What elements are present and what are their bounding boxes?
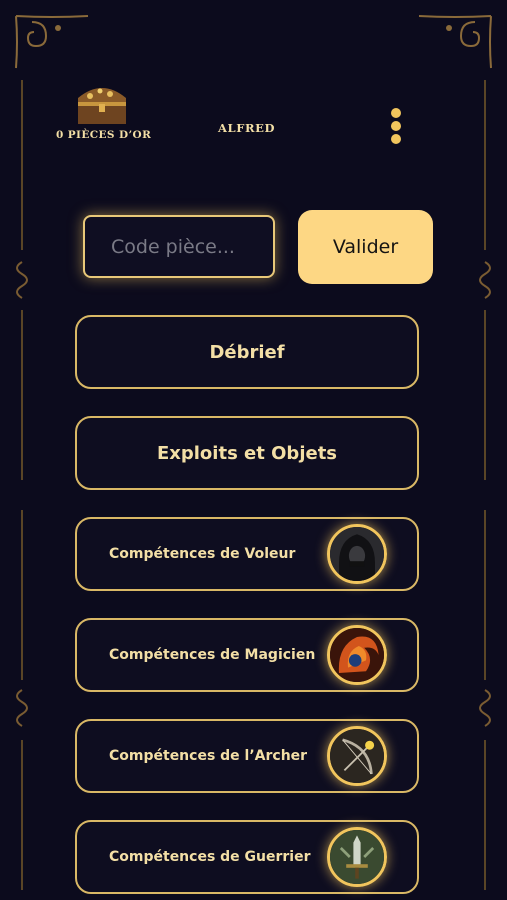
player-name: ALFRED — [218, 121, 276, 135]
skill-archer-button[interactable]: Compétences de l’Archer — [75, 719, 419, 793]
skill-label: Compétences de Voleur — [109, 546, 296, 562]
debrief-button[interactable]: Débrief — [75, 315, 419, 389]
code-input[interactable] — [83, 215, 275, 278]
sword-warrior-icon — [327, 827, 387, 887]
corner-ornament-right-icon — [418, 15, 492, 69]
bow-archer-icon — [327, 726, 387, 786]
header: 0 PIÈCES D’OR ALFRED — [0, 70, 507, 150]
hooded-thief-icon — [327, 524, 387, 584]
corner-ornament-left-icon — [15, 15, 89, 69]
vertical-dots-icon — [391, 108, 401, 118]
more-menu-button[interactable] — [384, 104, 408, 148]
fire-magic-icon — [327, 625, 387, 685]
exploits-button[interactable]: Exploits et Objets — [75, 416, 419, 490]
skill-label: Compétences de Guerrier — [109, 849, 311, 865]
treasure-chest-icon — [78, 88, 126, 124]
debrief-label: Débrief — [209, 341, 285, 363]
exploits-label: Exploits et Objets — [156, 442, 338, 464]
skill-warrior-button[interactable]: Compétences de Guerrier — [75, 820, 419, 894]
validate-button[interactable]: Valider — [298, 210, 433, 284]
skill-label: Compétences de l’Archer — [109, 748, 308, 764]
skill-label: Compétences de Magicien — [109, 647, 316, 663]
skill-mage-button[interactable]: Compétences de Magicien — [75, 618, 419, 692]
skill-thief-button[interactable]: Compétences de Voleur — [75, 517, 419, 591]
gold-balance: 0 PIÈCES D’OR — [56, 129, 152, 141]
